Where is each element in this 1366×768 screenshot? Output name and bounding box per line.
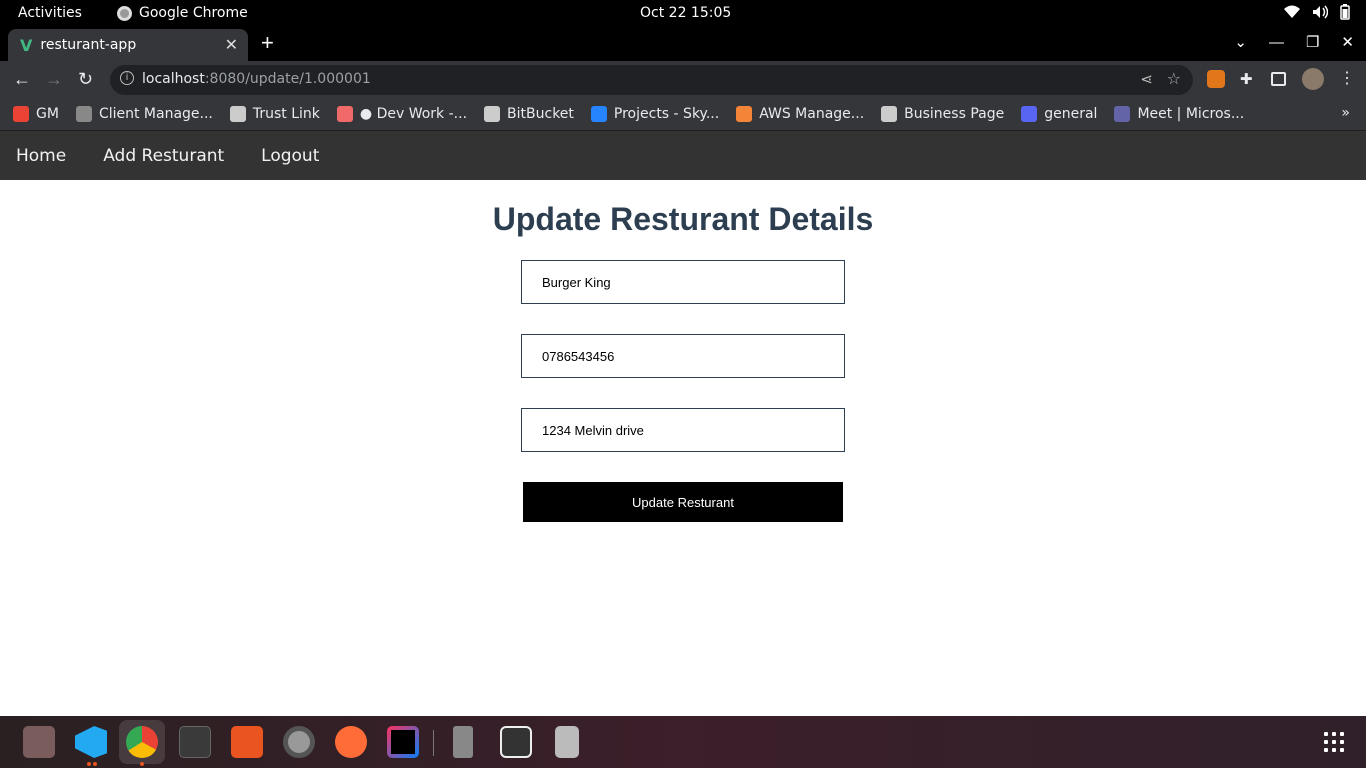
vscode-icon[interactable]: [75, 726, 107, 758]
share-icon[interactable]: ⋖: [1140, 70, 1153, 88]
metamask-icon[interactable]: [1207, 70, 1225, 88]
bookmark-star-icon[interactable]: ☆: [1167, 69, 1181, 88]
name-input[interactable]: Burger King: [521, 260, 845, 304]
bookmark-label: GM: [36, 106, 59, 122]
settings-icon[interactable]: [283, 726, 315, 758]
bookmark-item[interactable]: BitBucket: [484, 106, 574, 122]
battery-icon: [1340, 4, 1350, 20]
activities-button[interactable]: Activities: [18, 5, 82, 21]
jira-icon: [590, 106, 607, 122]
system-top-bar: Activities Google Chrome Oct 22 15:05: [0, 0, 1366, 27]
dock: [0, 716, 1366, 768]
clock[interactable]: Oct 22 15:05: [640, 5, 731, 21]
bookmark-item[interactable]: Client Manage...: [75, 106, 213, 122]
bookmark-label: Meet | Micros...: [1137, 106, 1245, 122]
postman-icon[interactable]: [335, 726, 367, 758]
update-resturant-button[interactable]: Update Resturant: [523, 482, 843, 522]
browser-tab[interactable]: V resturant-app ✕: [8, 29, 248, 61]
bookmark-item[interactable]: Trust Link: [229, 106, 320, 122]
vue-logo-icon: V: [20, 35, 33, 55]
bookmarks-bar: GM Client Manage... Trust Link ● Dev Work -…: [0, 98, 1366, 131]
asana-icon: [336, 106, 353, 122]
bookmark-label: AWS Manage...: [759, 106, 865, 122]
bookmark-item[interactable]: ● Dev Work -...: [336, 106, 468, 122]
screenshot-icon[interactable]: [500, 726, 532, 758]
window-controls: ⌄ — ❐ ✕: [1234, 33, 1354, 52]
page-viewport: Home Add Resturant Logout Update Restura…: [0, 131, 1366, 716]
show-applications-icon[interactable]: [1324, 732, 1344, 752]
trustlink-icon: [229, 106, 246, 122]
nav-logout-link[interactable]: Logout: [245, 146, 335, 166]
bookmark-item[interactable]: Projects - Sky...: [590, 106, 720, 122]
globe-icon: [75, 106, 92, 122]
tab-close-icon[interactable]: ✕: [225, 35, 238, 54]
app-menu[interactable]: Google Chrome: [117, 5, 248, 21]
discord-icon: [1021, 106, 1038, 122]
aws-icon: [736, 106, 753, 122]
bookmark-item[interactable]: Business Page: [881, 106, 1004, 122]
back-arrow-icon[interactable]: ←: [13, 69, 31, 90]
app-menu-label: Google Chrome: [139, 5, 248, 21]
bookmark-label: ● Dev Work -...: [359, 106, 468, 122]
url-text[interactable]: localhost:8080/update/1.000001: [142, 71, 371, 87]
new-tab-icon[interactable]: +: [261, 30, 274, 56]
bookmark-label: Business Page: [904, 106, 1005, 122]
intellij-icon[interactable]: [387, 726, 419, 758]
close-window-icon[interactable]: ✕: [1341, 33, 1354, 51]
gmail-icon: [13, 106, 29, 122]
trash-icon[interactable]: [555, 726, 579, 758]
bookmark-label: Projects - Sky...: [613, 106, 720, 122]
tab-strip: V resturant-app ✕ + ⌄ — ❐ ✕: [0, 27, 1366, 61]
address-input[interactable]: 1234 Melvin drive: [521, 408, 845, 452]
minimize-icon[interactable]: —: [1269, 34, 1284, 51]
chrome-icon[interactable]: [126, 726, 158, 758]
running-indicator: [140, 762, 144, 766]
system-tray[interactable]: [1284, 4, 1350, 20]
bookmarks-overflow-icon[interactable]: »: [1341, 105, 1350, 121]
dock-separator: [433, 730, 434, 756]
site-info-icon[interactable]: i: [120, 71, 134, 85]
bookmark-item[interactable]: GM: [13, 106, 59, 122]
terminal-icon[interactable]: [179, 726, 211, 758]
nav-home-link[interactable]: Home: [0, 146, 82, 166]
bookmark-label: BitBucket: [507, 106, 574, 122]
bookmark-label: Trust Link: [252, 106, 320, 122]
folder-icon: [881, 106, 898, 122]
wifi-icon: [1284, 5, 1300, 18]
tab-search-icon[interactable]: ⌄: [1234, 33, 1247, 51]
running-indicator: [87, 762, 91, 766]
bookmark-label: Client Manage...: [98, 106, 213, 122]
puzzle-icon[interactable]: ✚: [1240, 70, 1258, 88]
page-title: Update Resturant Details: [492, 201, 874, 237]
phone-icon[interactable]: [453, 726, 473, 758]
sidepanel-icon[interactable]: [1271, 72, 1286, 86]
running-indicator: [93, 762, 97, 766]
url-host: localhost: [142, 71, 205, 87]
forward-arrow-icon[interactable]: →: [45, 69, 63, 90]
folder-icon: [484, 106, 501, 122]
files-icon[interactable]: [23, 726, 55, 758]
address-bar[interactable]: i localhost:8080/update/1.000001 ⋖ ☆: [110, 65, 1193, 95]
chrome-small-icon: [117, 5, 132, 21]
menu-kebab-icon[interactable]: ⋮: [1339, 68, 1357, 87]
contact-input[interactable]: 0786543456: [521, 334, 845, 378]
teams-icon: [1114, 106, 1131, 122]
bookmark-item[interactable]: AWS Manage...: [736, 106, 864, 122]
app-navbar: Home Add Resturant Logout: [0, 131, 1366, 180]
url-path: :8080/update/1.000001: [204, 71, 371, 87]
bookmark-item[interactable]: general: [1021, 106, 1097, 122]
software-store-icon[interactable]: [231, 726, 263, 758]
bookmark-label: general: [1044, 106, 1098, 122]
nav-add-resturant-link[interactable]: Add Resturant: [87, 146, 240, 166]
bookmark-item[interactable]: Meet | Micros...: [1114, 106, 1244, 122]
profile-avatar[interactable]: [1302, 68, 1324, 90]
restore-icon[interactable]: ❐: [1306, 33, 1319, 51]
volume-icon: [1313, 5, 1328, 19]
tab-title: resturant-app: [40, 37, 137, 53]
reload-icon[interactable]: ↻: [78, 69, 93, 90]
browser-toolbar: ← → ↻ i localhost:8080/update/1.000001 ⋖…: [0, 61, 1366, 98]
